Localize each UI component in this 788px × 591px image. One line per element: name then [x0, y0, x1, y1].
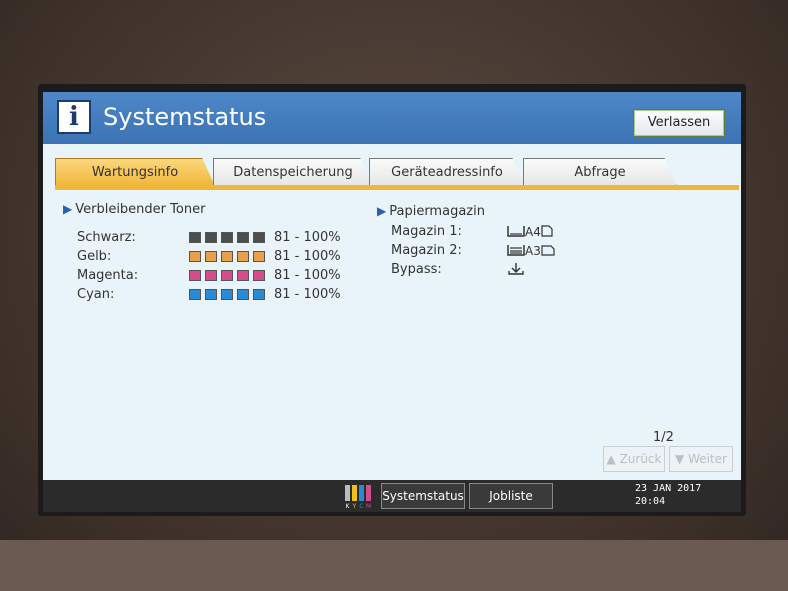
tray-2-label: Magazin 2: [391, 243, 462, 258]
portrait-paper-icon [541, 225, 553, 237]
tab-data-storage[interactable]: Datenspeicherung [213, 158, 373, 186]
date-text: 23 JAN 2017 [635, 483, 702, 494]
system-status-button[interactable]: Systemstatus [381, 483, 465, 509]
date-time-display: 23 JAN 2017 20:04 [635, 482, 701, 508]
bottom-bar: K Y C M Systemstatus Jobliste 23 JAN 201… [43, 480, 741, 512]
toner-level-block [237, 270, 249, 281]
touch-display: i Systemstatus Verlassen Wartungsinfo Da… [43, 92, 741, 512]
toner-percent-black: 81 - 100% [274, 230, 341, 245]
page-indicator: 1/2 [653, 430, 674, 445]
toner-level-block [253, 270, 265, 281]
tray-full-icon [507, 245, 525, 256]
toner-level-block [237, 251, 249, 262]
toner-level-block [253, 251, 265, 262]
maintenance-info-panel: ▶ Verbleibender Toner Schwarz: 81 - 100% … [43, 190, 741, 478]
down-arrow-icon: ▼ [675, 452, 685, 466]
toner-percent-yellow: 81 - 100% [274, 249, 341, 264]
paper-tray-heading-label: Papiermagazin [389, 204, 485, 219]
landscape-paper-icon [541, 245, 555, 256]
up-arrow-icon: ▲ [606, 452, 616, 466]
triangle-icon: ▶ [377, 204, 387, 218]
bypass-status [507, 262, 525, 279]
job-list-button[interactable]: Jobliste [469, 483, 553, 509]
time-text: 20:04 [635, 496, 666, 507]
triangle-icon: ▶ [63, 202, 73, 216]
exit-button[interactable]: Verlassen [633, 109, 725, 137]
tray-low-icon [507, 226, 525, 237]
toner-level-block [221, 289, 233, 300]
back-button-label: Zurück [619, 452, 662, 466]
toner-level-block [253, 289, 265, 300]
toner-label-yellow: Gelb: [77, 249, 112, 264]
toner-level-block [237, 232, 249, 243]
toner-level-block [221, 251, 233, 262]
bypass-tray-icon [508, 263, 524, 275]
toner-percent-cyan: 81 - 100% [274, 287, 341, 302]
svg-text:C: C [359, 503, 363, 510]
svg-text:Y: Y [352, 503, 357, 510]
info-icon: i [57, 100, 91, 134]
svg-text:M: M [366, 503, 371, 510]
svg-text:K: K [346, 503, 351, 510]
paper-tray-heading: ▶ Papiermagazin [377, 204, 485, 219]
toner-heading-label: Verbleibender Toner [75, 202, 206, 217]
toner-level-block [205, 289, 217, 300]
toner-level-block [253, 232, 265, 243]
toner-gauge-cyan [189, 289, 265, 300]
next-button[interactable]: ▼ Weiter [669, 446, 733, 472]
tray-2-status: A3 [507, 243, 555, 258]
page-title: Systemstatus [103, 103, 267, 131]
toner-percent-magenta: 81 - 100% [274, 268, 341, 283]
toner-label-cyan: Cyan: [77, 287, 115, 302]
toner-gauge-magenta [189, 270, 265, 281]
next-button-label: Weiter [688, 452, 727, 466]
tab-device-address-info[interactable]: Geräteadressinfo [369, 158, 525, 186]
tray-1-paper-size: A4 [525, 225, 541, 239]
tab-maintenance-info[interactable]: Wartungsinfo [55, 158, 215, 186]
toner-gauge-yellow [189, 251, 265, 262]
tray-2-paper-size: A3 [525, 244, 541, 258]
tab-inquiry[interactable]: Abfrage [523, 158, 677, 186]
toner-level-block [205, 232, 217, 243]
toner-level-block [221, 270, 233, 281]
toner-level-block [189, 251, 201, 262]
toner-heading: ▶ Verbleibender Toner [63, 202, 205, 217]
toner-label-black: Schwarz: [77, 230, 136, 245]
toner-gauge-black [189, 232, 265, 243]
back-button[interactable]: ▲ Zurück [603, 446, 665, 472]
tray-1-status: A4 [507, 224, 553, 239]
title-bar: i Systemstatus Verlassen [43, 92, 741, 144]
toner-level-block [205, 251, 217, 262]
toner-level-block [189, 232, 201, 243]
toner-level-block [189, 289, 201, 300]
device-bezel-bottom [0, 540, 788, 591]
tray-1-label: Magazin 1: [391, 224, 462, 239]
toner-level-block [189, 270, 201, 281]
toner-level-block [237, 289, 249, 300]
toner-level-block [221, 232, 233, 243]
toner-status-icon[interactable]: K Y C M [343, 482, 377, 510]
toner-level-block [205, 270, 217, 281]
bypass-label: Bypass: [391, 262, 442, 277]
toner-label-magenta: Magenta: [77, 268, 139, 283]
